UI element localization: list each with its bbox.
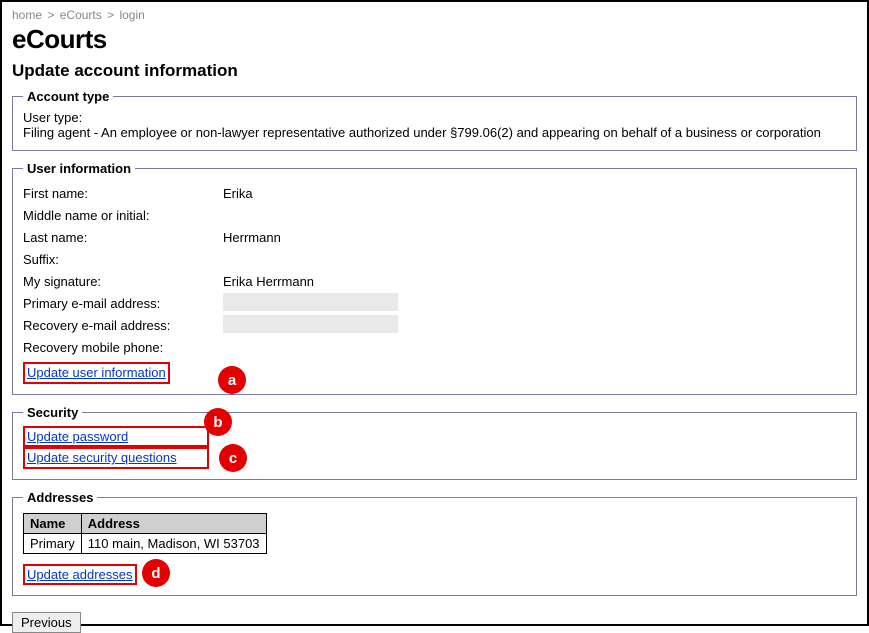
callout-b: b [204,408,232,436]
row-recovery-phone: Recovery mobile phone: [23,336,846,358]
addresses-table: Name Address Primary 110 main, Madison, … [23,513,267,554]
highlight-update-questions: Update security questions [23,447,209,469]
highlight-update-user-info: Update user information [23,362,170,384]
row-primary-email: Primary e-mail address: [23,292,846,314]
col-header-address: Address [81,513,266,533]
row-middle-name: Middle name or initial: [23,204,846,226]
user-info-legend: User information [23,161,135,176]
row-last-name: Last name: Herrmann [23,226,846,248]
page-subtitle: Update account information [12,61,857,81]
row-suffix: Suffix: [23,248,846,270]
update-addresses-link[interactable]: Update addresses [27,567,133,582]
middle-name-label: Middle name or initial: [23,208,223,223]
breadcrumb-login[interactable]: login [119,8,144,22]
previous-button[interactable]: Previous [12,612,81,633]
row-recovery-email: Recovery e-mail address: [23,314,846,336]
first-name-value: Erika [223,186,253,201]
breadcrumb: home > eCourts > login [12,8,857,22]
user-type-value: Filing agent - An employee or non-lawyer… [23,125,846,140]
row-first-name: First name: Erika [23,182,846,204]
security-fieldset: Security Update password Update security… [12,405,857,480]
primary-email-label: Primary e-mail address: [23,296,223,311]
security-legend: Security [23,405,82,420]
callout-d: d [142,559,170,587]
addresses-legend: Addresses [23,490,97,505]
signature-value: Erika Herrmann [223,274,314,289]
row-signature: My signature: Erika Herrmann [23,270,846,292]
account-type-fieldset: Account type User type: Filing agent - A… [12,89,857,151]
user-type-label: User type: [23,110,846,125]
table-header-row: Name Address [24,513,267,533]
breadcrumb-sep: > [47,8,54,22]
callout-c: c [219,444,247,472]
highlight-update-password: Update password [23,426,209,448]
signature-label: My signature: [23,274,223,289]
suffix-label: Suffix: [23,252,223,267]
first-name-label: First name: [23,186,223,201]
table-row: Primary 110 main, Madison, WI 53703 [24,533,267,553]
update-security-questions-link[interactable]: Update security questions [27,450,177,465]
breadcrumb-ecourts[interactable]: eCourts [60,8,102,22]
last-name-value: Herrmann [223,230,281,245]
col-header-name: Name [24,513,82,533]
update-password-link[interactable]: Update password [27,429,128,444]
last-name-label: Last name: [23,230,223,245]
cell-name: Primary [24,533,82,553]
addresses-fieldset: Addresses Name Address Primary 110 main,… [12,490,857,597]
update-user-info-link[interactable]: Update user information [27,365,166,380]
account-type-legend: Account type [23,89,113,104]
recovery-email-redacted [223,315,398,333]
page-title: eCourts [12,24,857,55]
highlight-update-addresses: Update addresses [23,564,137,586]
primary-email-redacted [223,293,398,311]
recovery-phone-label: Recovery mobile phone: [23,340,223,355]
callout-a: a [218,366,246,394]
page-container: home > eCourts > login eCourts Update ac… [0,0,869,626]
breadcrumb-sep: > [107,8,114,22]
cell-address: 110 main, Madison, WI 53703 [81,533,266,553]
user-info-fieldset: User information First name: Erika Middl… [12,161,857,395]
breadcrumb-home[interactable]: home [12,8,42,22]
recovery-email-label: Recovery e-mail address: [23,318,223,333]
